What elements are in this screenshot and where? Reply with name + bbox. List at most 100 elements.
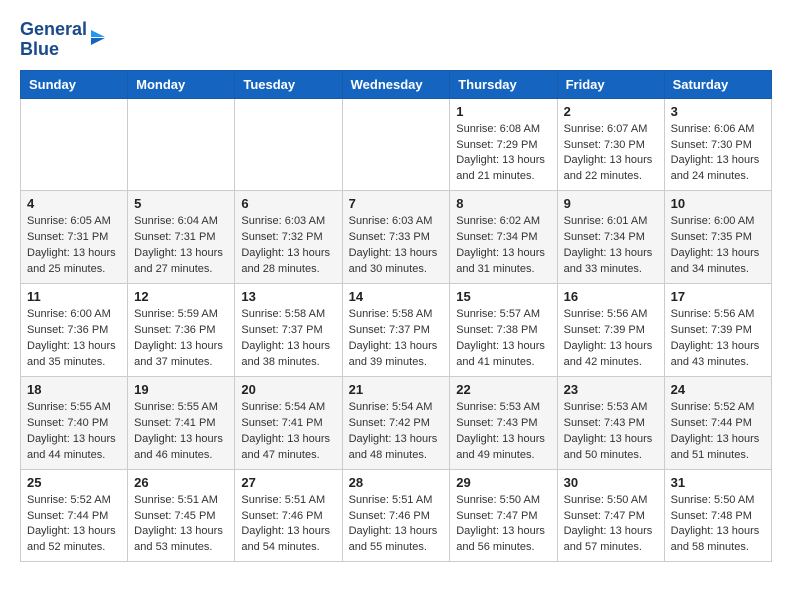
day-number: 26 — [134, 475, 228, 490]
day-info: Sunrise: 6:04 AM Sunset: 7:31 PM Dayligh… — [134, 214, 228, 278]
day-info: Sunrise: 6:01 AM Sunset: 7:34 PM Dayligh… — [564, 214, 658, 278]
calendar-cell: 29 Sunrise: 5:50 AM Sunset: 7:47 PM Dayli… — [450, 469, 557, 562]
day-info: Sunrise: 6:00 AM Sunset: 7:36 PM Dayligh… — [27, 307, 121, 371]
day-number: 28 — [349, 475, 444, 490]
day-info: Sunrise: 5:53 AM Sunset: 7:43 PM Dayligh… — [456, 400, 550, 464]
calendar-cell: 5 Sunrise: 6:04 AM Sunset: 7:31 PM Daylig… — [128, 191, 235, 284]
day-info: Sunrise: 5:57 AM Sunset: 7:38 PM Dayligh… — [456, 307, 550, 371]
day-info: Sunrise: 5:50 AM Sunset: 7:48 PM Dayligh… — [671, 493, 765, 557]
day-number: 27 — [241, 475, 335, 490]
weekday-header-saturday: Saturday — [664, 70, 771, 98]
day-number: 20 — [241, 382, 335, 397]
calendar-cell: 6Sunrise: 6:03 AM Sunset: 7:32 PM Daylig… — [235, 191, 342, 284]
calendar-week-5: 25Sunrise: 5:52 AM Sunset: 7:44 PM Dayli… — [21, 469, 772, 562]
calendar-week-2: 4 Sunrise: 6:05 AM Sunset: 7:31 PM Daylig… — [21, 191, 772, 284]
calendar-cell: 10 Sunrise: 6:00 AM Sunset: 7:35 PM Dayli… — [664, 191, 771, 284]
logo-arrow-top — [91, 30, 105, 37]
calendar-cell: 7Sunrise: 6:03 AM Sunset: 7:33 PM Daylig… — [342, 191, 450, 284]
day-number: 19 — [134, 382, 228, 397]
day-number: 6 — [241, 196, 335, 211]
day-number: 2 — [564, 104, 658, 119]
calendar-cell: 14 Sunrise: 5:58 AM Sunset: 7:37 PM Dayli… — [342, 284, 450, 377]
calendar-cell — [21, 98, 128, 191]
calendar-cell: 21Sunrise: 5:54 AM Sunset: 7:42 PM Dayli… — [342, 376, 450, 469]
calendar-cell: 25Sunrise: 5:52 AM Sunset: 7:44 PM Dayli… — [21, 469, 128, 562]
day-info: Sunrise: 6:00 AM Sunset: 7:35 PM Dayligh… — [671, 214, 765, 278]
day-info: Sunrise: 5:50 AM Sunset: 7:47 PM Dayligh… — [456, 493, 550, 557]
calendar-cell: 19 Sunrise: 5:55 AM Sunset: 7:41 PM Dayli… — [128, 376, 235, 469]
day-number: 17 — [671, 289, 765, 304]
logo: GeneralBlue — [20, 20, 105, 60]
calendar-cell: 18Sunrise: 5:55 AM Sunset: 7:40 PM Dayli… — [21, 376, 128, 469]
day-number: 31 — [671, 475, 765, 490]
calendar-cell: 26 Sunrise: 5:51 AM Sunset: 7:45 PM Dayli… — [128, 469, 235, 562]
calendar-week-4: 18Sunrise: 5:55 AM Sunset: 7:40 PM Dayli… — [21, 376, 772, 469]
day-info: Sunrise: 5:51 AM Sunset: 7:45 PM Dayligh… — [134, 493, 228, 557]
weekday-header-friday: Friday — [557, 70, 664, 98]
day-info: Sunrise: 5:51 AM Sunset: 7:46 PM Dayligh… — [241, 493, 335, 557]
calendar-cell: 28 Sunrise: 5:51 AM Sunset: 7:46 PM Dayli… — [342, 469, 450, 562]
day-number: 23 — [564, 382, 658, 397]
calendar-cell: 2 Sunrise: 6:07 AM Sunset: 7:30 PM Daylig… — [557, 98, 664, 191]
calendar-week-1: 1Sunrise: 6:08 AM Sunset: 7:29 PM Daylig… — [21, 98, 772, 191]
day-info: Sunrise: 5:59 AM Sunset: 7:36 PM Dayligh… — [134, 307, 228, 371]
day-info: Sunrise: 6:07 AM Sunset: 7:30 PM Dayligh… — [564, 122, 658, 186]
day-number: 16 — [564, 289, 658, 304]
day-info: Sunrise: 6:06 AM Sunset: 7:30 PM Dayligh… — [671, 122, 765, 186]
calendar-cell — [235, 98, 342, 191]
day-info: Sunrise: 5:51 AM Sunset: 7:46 PM Dayligh… — [349, 493, 444, 557]
day-info: Sunrise: 5:52 AM Sunset: 7:44 PM Dayligh… — [671, 400, 765, 464]
calendar-cell — [128, 98, 235, 191]
logo-text: GeneralBlue — [20, 20, 87, 60]
day-number: 21 — [349, 382, 444, 397]
calendar-cell: 17Sunrise: 5:56 AM Sunset: 7:39 PM Dayli… — [664, 284, 771, 377]
calendar-header-row: SundayMondayTuesdayWednesdayThursdayFrid… — [21, 70, 772, 98]
day-number: 9 — [564, 196, 658, 211]
day-info: Sunrise: 5:50 AM Sunset: 7:47 PM Dayligh… — [564, 493, 658, 557]
day-number: 4 — [27, 196, 121, 211]
calendar-cell: 27 Sunrise: 5:51 AM Sunset: 7:46 PM Dayli… — [235, 469, 342, 562]
day-number: 14 — [349, 289, 444, 304]
calendar-cell: 24 Sunrise: 5:52 AM Sunset: 7:44 PM Dayli… — [664, 376, 771, 469]
day-number: 30 — [564, 475, 658, 490]
calendar-cell: 12 Sunrise: 5:59 AM Sunset: 7:36 PM Dayli… — [128, 284, 235, 377]
calendar-cell: 4 Sunrise: 6:05 AM Sunset: 7:31 PM Daylig… — [21, 191, 128, 284]
calendar-cell: 15 Sunrise: 5:57 AM Sunset: 7:38 PM Dayli… — [450, 284, 557, 377]
day-info: Sunrise: 5:58 AM Sunset: 7:37 PM Dayligh… — [349, 307, 444, 371]
day-number: 22 — [456, 382, 550, 397]
calendar-week-3: 11Sunrise: 6:00 AM Sunset: 7:36 PM Dayli… — [21, 284, 772, 377]
weekday-header-thursday: Thursday — [450, 70, 557, 98]
calendar-cell — [342, 98, 450, 191]
calendar-cell: 31 Sunrise: 5:50 AM Sunset: 7:48 PM Dayli… — [664, 469, 771, 562]
day-number: 15 — [456, 289, 550, 304]
calendar-cell: 9 Sunrise: 6:01 AM Sunset: 7:34 PM Daylig… — [557, 191, 664, 284]
day-info: Sunrise: 5:58 AM Sunset: 7:37 PM Dayligh… — [241, 307, 335, 371]
calendar-cell: 13 Sunrise: 5:58 AM Sunset: 7:37 PM Dayli… — [235, 284, 342, 377]
day-number: 29 — [456, 475, 550, 490]
calendar-cell: 22 Sunrise: 5:53 AM Sunset: 7:43 PM Dayli… — [450, 376, 557, 469]
day-number: 7 — [349, 196, 444, 211]
day-number: 13 — [241, 289, 335, 304]
calendar-table: SundayMondayTuesdayWednesdayThursdayFrid… — [20, 70, 772, 563]
calendar-cell: 1Sunrise: 6:08 AM Sunset: 7:29 PM Daylig… — [450, 98, 557, 191]
day-info: Sunrise: 6:05 AM Sunset: 7:31 PM Dayligh… — [27, 214, 121, 278]
day-number: 24 — [671, 382, 765, 397]
calendar-cell: 3Sunrise: 6:06 AM Sunset: 7:30 PM Daylig… — [664, 98, 771, 191]
day-number: 10 — [671, 196, 765, 211]
day-info: Sunrise: 5:52 AM Sunset: 7:44 PM Dayligh… — [27, 493, 121, 557]
day-number: 8 — [456, 196, 550, 211]
weekday-header-wednesday: Wednesday — [342, 70, 450, 98]
day-info: Sunrise: 5:55 AM Sunset: 7:41 PM Dayligh… — [134, 400, 228, 464]
day-number: 12 — [134, 289, 228, 304]
page-header: GeneralBlue — [20, 20, 772, 60]
day-info: Sunrise: 5:53 AM Sunset: 7:43 PM Dayligh… — [564, 400, 658, 464]
day-number: 5 — [134, 196, 228, 211]
day-info: Sunrise: 6:02 AM Sunset: 7:34 PM Dayligh… — [456, 214, 550, 278]
calendar-cell: 8 Sunrise: 6:02 AM Sunset: 7:34 PM Daylig… — [450, 191, 557, 284]
weekday-header-sunday: Sunday — [21, 70, 128, 98]
day-info: Sunrise: 5:56 AM Sunset: 7:39 PM Dayligh… — [564, 307, 658, 371]
day-number: 18 — [27, 382, 121, 397]
calendar-cell: 30 Sunrise: 5:50 AM Sunset: 7:47 PM Dayli… — [557, 469, 664, 562]
day-number: 1 — [456, 104, 550, 119]
day-info: Sunrise: 5:54 AM Sunset: 7:41 PM Dayligh… — [241, 400, 335, 464]
